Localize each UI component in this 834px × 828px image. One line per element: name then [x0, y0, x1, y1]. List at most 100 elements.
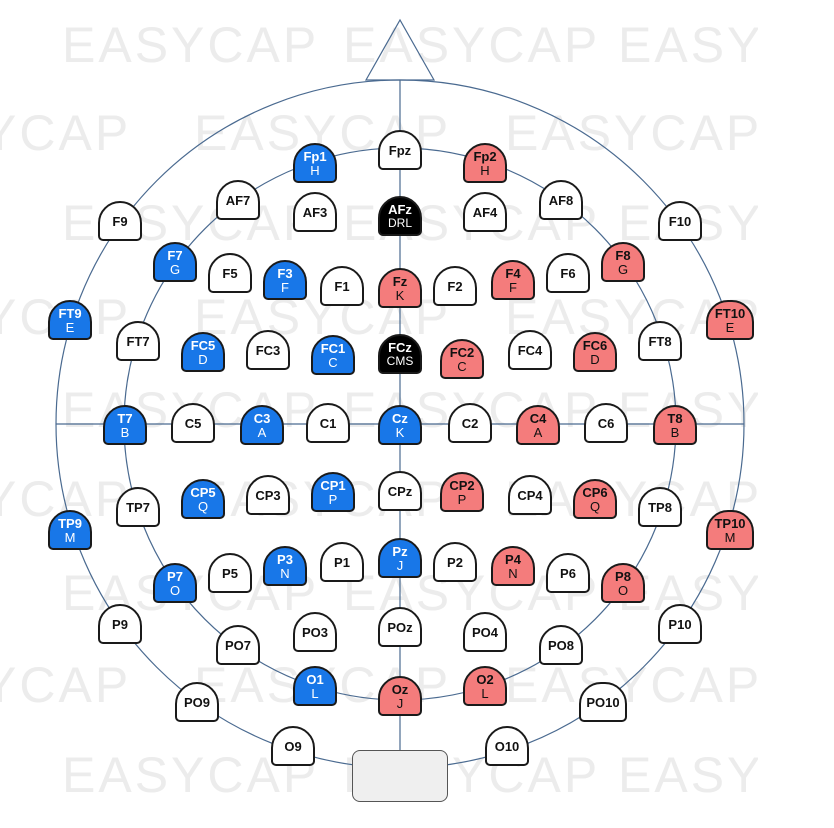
electrode-label: P2: [447, 554, 463, 570]
electrode-label: T7: [117, 410, 133, 426]
electrode-channel: F: [281, 279, 289, 295]
electrode-label: F2: [447, 278, 463, 294]
electrode-channel: B: [120, 424, 130, 440]
electrode-channel: L: [481, 685, 489, 701]
electrode-label: P5: [222, 565, 238, 581]
electrode-cp4: CP4: [508, 475, 552, 515]
electrode-t8: T8 B: [653, 405, 697, 445]
electrode-af4: AF4: [463, 192, 507, 232]
cable-connector: [352, 750, 448, 802]
electrode-f5: F5: [208, 253, 252, 293]
electrode-c3: C3 A: [240, 405, 284, 445]
electrode-ft9: FT9 E: [48, 300, 92, 340]
electrode-channel: DRL: [387, 216, 412, 230]
electrode-cz: Cz K: [378, 405, 422, 445]
nose-triangle: [364, 18, 436, 81]
electrode-p3: P3 N: [263, 546, 307, 586]
electrode-label: CPz: [387, 483, 413, 499]
electrode-fp2: Fp2 H: [463, 143, 507, 183]
electrode-label: FC1: [320, 340, 346, 356]
electrode-label: F3: [277, 265, 293, 281]
electrode-channel: N: [508, 565, 518, 581]
electrode-channel: J: [396, 695, 404, 711]
electrode-f3: F3 F: [263, 260, 307, 300]
electrode-channel: B: [670, 424, 680, 440]
electrode-label: C4: [529, 410, 547, 426]
electrode-label: O2: [476, 671, 494, 687]
electrode-channel: O: [169, 582, 181, 598]
electrode-label: F1: [334, 278, 350, 294]
electrode-label: P10: [668, 616, 692, 632]
electrode-channel: L: [311, 685, 319, 701]
electrode-channel: F: [509, 279, 517, 295]
electrode-channel: H: [310, 162, 320, 178]
electrode-channel: E: [725, 319, 735, 335]
electrode-o9: O9: [271, 726, 315, 766]
electrode-label: FCz: [388, 340, 412, 355]
electrode-label: O1: [306, 671, 324, 687]
electrode-o10: O10: [485, 726, 529, 766]
electrode-channel: Q: [197, 498, 209, 514]
electrode-ft10: FT10 E: [706, 300, 754, 340]
electrode-po4: PO4: [463, 612, 507, 652]
electrode-label: Cz: [392, 410, 408, 426]
electrode-channel: J: [396, 557, 404, 573]
electrode-cp2: CP2 P: [440, 472, 484, 512]
electrode-channel: A: [533, 424, 543, 440]
electrode-label: F4: [505, 265, 521, 281]
electrode-fc4: FC4: [508, 330, 552, 370]
electrode-channel: M: [64, 529, 76, 545]
electrode-fc1: FC1 C: [311, 335, 355, 375]
electrode-label: F7: [167, 247, 183, 263]
electrode-channel: E: [65, 319, 75, 335]
electrode-poz: POz: [378, 607, 422, 647]
electrode-tp9: TP9 M: [48, 510, 92, 550]
electrode-label: P4: [505, 551, 521, 567]
electrode-label: C2: [461, 415, 479, 431]
electrode-label: TP7: [126, 499, 150, 515]
electrode-label: C6: [597, 415, 615, 431]
electrode-pz: Pz J: [378, 538, 422, 578]
electrode-label: F5: [222, 265, 238, 281]
electrode-label: C1: [319, 415, 337, 431]
electrode-o1: O1 L: [293, 666, 337, 706]
electrode-fcz: FCz CMS: [378, 334, 422, 374]
electrode-channel: K: [395, 424, 405, 440]
electrode-c5: C5: [171, 403, 215, 443]
electrode-fc3: FC3: [246, 330, 290, 370]
electrode-p4: P4 N: [491, 546, 535, 586]
electrode-label: TP9: [58, 515, 82, 531]
electrode-fpz: Fpz: [378, 130, 422, 170]
electrode-channel: M: [724, 529, 736, 545]
electrode-label: FT10: [714, 305, 746, 321]
electrode-cpz: CPz: [378, 471, 422, 511]
electrode-f2: F2: [433, 266, 477, 306]
electrode-po10: PO10: [579, 682, 627, 722]
electrode-label: T8: [667, 410, 683, 426]
electrode-label: FC5: [190, 337, 216, 353]
electrode-label: CP3: [255, 487, 281, 503]
electrode-fc6: FC6 D: [573, 332, 617, 372]
electrode-cp3: CP3: [246, 475, 290, 515]
electrode-label: P1: [334, 554, 350, 570]
electrode-channel: N: [280, 565, 290, 581]
electrode-f1: F1: [320, 266, 364, 306]
electrode-label: PO9: [183, 694, 210, 710]
electrode-p5: P5: [208, 553, 252, 593]
electrode-t7: T7 B: [103, 405, 147, 445]
electrode-channel: CMS: [386, 354, 414, 368]
electrode-label: P3: [277, 551, 293, 567]
electrode-label: CP1: [320, 477, 346, 493]
electrode-label: P9: [112, 616, 128, 632]
electrode-po3: PO3: [293, 612, 337, 652]
electrode-label: P6: [560, 565, 576, 581]
electrode-fp1: Fp1 H: [293, 143, 337, 183]
electrode-label: Fp2: [473, 148, 497, 164]
electrode-label: AF4: [472, 204, 498, 220]
electrode-label: P8: [615, 568, 631, 584]
electrode-af3: AF3: [293, 192, 337, 232]
electrode-channel: C: [457, 358, 467, 374]
electrode-label: Pz: [392, 543, 408, 559]
electrode-p8: P8 O: [601, 563, 645, 603]
electrode-afz: AFz DRL: [378, 196, 422, 236]
